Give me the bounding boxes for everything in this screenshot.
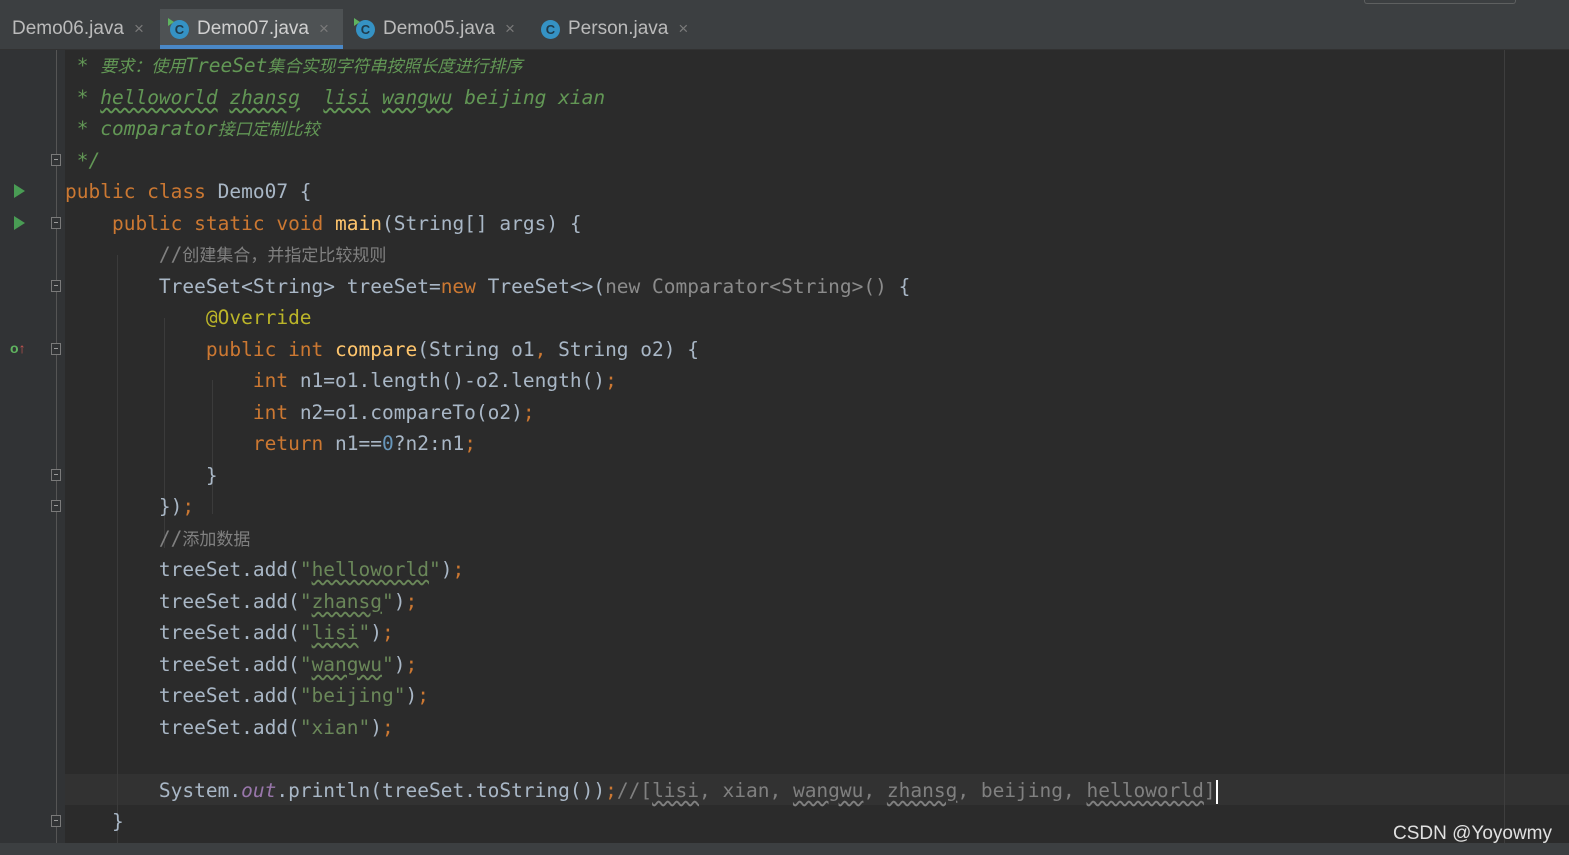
run-class-icon: C: [354, 17, 375, 39]
editor-gutter: [0, 50, 65, 843]
code-line: public int compare(String o1, String o2)…: [205, 338, 699, 361]
code-line: treeSet.add("beijing");: [158, 684, 429, 707]
code-text: * 要求：使用TreeSet集合实现字符串按照长度进行排序 * hellowor…: [65, 50, 1218, 833]
code-line: //创建集合，并指定比较规则: [158, 243, 387, 266]
code-line: }: [111, 810, 124, 833]
override-marker-icon[interactable]: o↑: [10, 340, 26, 356]
code-line: });: [158, 495, 195, 518]
code-line: treeSet.add("zhansg");: [158, 590, 418, 613]
code-line: * helloworld zhansg lisi wangwu beijing …: [65, 86, 606, 109]
code-line: public static void main(String[] args) {: [111, 212, 582, 235]
fold-toggle-icon[interactable]: [51, 154, 61, 166]
fold-toggle-icon[interactable]: [51, 217, 61, 229]
tab-demo07[interactable]: C Demo07.java ×: [160, 9, 343, 49]
tab-label: Demo05.java: [383, 18, 495, 39]
code-line: treeSet.add("wangwu");: [158, 653, 418, 676]
close-icon[interactable]: ×: [505, 19, 515, 39]
run-main-icon[interactable]: [14, 216, 25, 230]
code-line: int n2=o1.compareTo(o2);: [252, 401, 535, 424]
close-icon[interactable]: ×: [678, 19, 688, 39]
run-class-icon[interactable]: [14, 184, 25, 198]
bottom-bar: [0, 843, 1569, 855]
gutter-separator: [56, 50, 57, 843]
run-class-icon: C: [168, 17, 189, 39]
code-line: }: [205, 464, 218, 487]
code-line: treeSet.add("helloworld");: [158, 558, 465, 581]
close-icon[interactable]: ×: [134, 19, 144, 39]
code-line: * comparator接口定制比较: [65, 117, 320, 140]
fold-toggle-icon[interactable]: [51, 500, 61, 512]
editor-tab-bar: Demo06.java × C Demo07.java × C Demo05.j…: [0, 9, 1569, 50]
code-line-current: System.out.println(treeSet.toString());/…: [158, 779, 1218, 804]
code-line: treeSet.add("xian");: [158, 716, 394, 739]
fold-toggle-icon[interactable]: [51, 469, 61, 481]
code-editor[interactable]: * 要求：使用TreeSet集合实现字符串按照长度进行排序 * hellowor…: [65, 50, 1505, 855]
watermark: CSDN @Yoyowmy: [1392, 823, 1552, 844]
code-line: int n1=o1.length()-o2.length();: [252, 369, 617, 392]
code-line: * 要求：使用TreeSet集合实现字符串按照长度进行排序: [65, 54, 523, 77]
fold-toggle-icon[interactable]: [51, 343, 61, 355]
code-line: return n1==0?n2:n1;: [252, 432, 476, 455]
code-line: treeSet.add("lisi");: [158, 621, 394, 644]
search-field-edge[interactable]: [1364, 0, 1516, 4]
window-top-strip: [0, 0, 1569, 9]
tab-label: Demo06.java: [12, 18, 124, 39]
code-line: TreeSet<String> treeSet=new TreeSet<>(ne…: [158, 275, 911, 298]
tab-person[interactable]: C Person.java ×: [531, 9, 701, 49]
code-line: public class Demo07 {: [65, 180, 312, 203]
tab-demo06[interactable]: Demo06.java ×: [0, 9, 152, 49]
tab-demo05[interactable]: C Demo05.java ×: [346, 9, 526, 49]
tab-label: Person.java: [568, 18, 669, 39]
tab-label: Demo07.java: [197, 18, 309, 39]
fold-toggle-icon[interactable]: [51, 280, 61, 292]
close-icon[interactable]: ×: [319, 19, 329, 39]
text-cursor: [1215, 779, 1218, 804]
fold-toggle-icon[interactable]: [51, 815, 61, 827]
code-line: //添加数据: [158, 527, 251, 550]
code-line: */: [65, 149, 101, 172]
class-icon: C: [541, 19, 560, 39]
code-line: @Override: [205, 306, 312, 329]
